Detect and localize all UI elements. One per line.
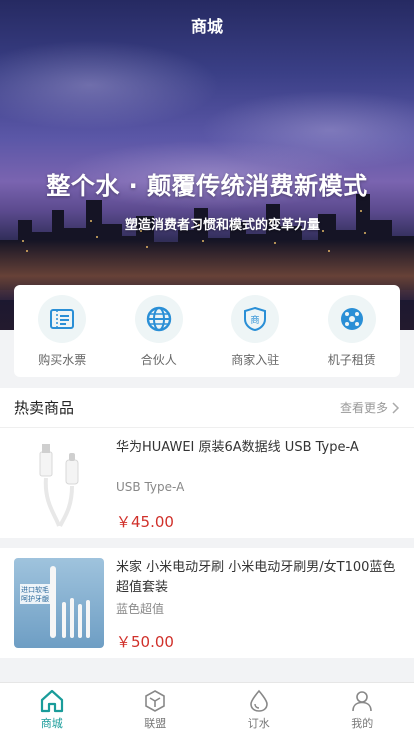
product-spec: USB Type-A	[116, 480, 185, 494]
product-name: 米家 小米电动牙刷 小米电动牙刷男/女T100蓝色超值套装	[116, 560, 396, 595]
tab-label: 我的	[351, 716, 374, 730]
product-image-caption: 呵护牙龈	[21, 595, 49, 603]
product-card[interactable]: 华为HUAWEI 原装6A数据线 USB Type-A USB Type-A ￥…	[0, 428, 414, 538]
globe-icon	[134, 295, 183, 343]
bottom-tab-bar: 商城 联盟 订水 我的	[0, 682, 414, 736]
chevron-right-icon	[392, 401, 400, 414]
quick-item-merchant-join[interactable]: 商 商家入驻	[215, 295, 295, 368]
see-more-link[interactable]: 查看更多	[340, 399, 400, 416]
product-image-caption: 进口软毛	[21, 586, 49, 594]
quick-item-label: 购买水票	[38, 353, 87, 367]
machine-rent-icon	[327, 295, 376, 343]
hot-section-header: 热卖商品 查看更多	[0, 388, 414, 428]
product-spec: 蓝色超值	[116, 602, 165, 616]
quick-menu: 购买水票 合伙人 商 商家入驻 机子租赁	[14, 285, 400, 377]
product-card[interactable]: 进口软毛 呵护牙龈 米家 小米电动牙刷 小米电动牙刷男/女T100蓝色超值套装 …	[0, 548, 414, 658]
hexagon-icon	[145, 689, 166, 712]
banner-subline: 塑造消费者习惯和模式的变革力量	[124, 218, 320, 233]
banner-headline: 整个水 · 颠覆传统消费新模式	[46, 172, 368, 200]
tab-label: 联盟	[144, 716, 167, 730]
ticket-icon	[38, 295, 87, 343]
banner-cloud	[0, 40, 220, 130]
shop-shield-icon: 商	[231, 295, 280, 343]
home-icon	[40, 689, 63, 712]
quick-item-label: 机子租赁	[327, 353, 376, 367]
quick-item-label: 商家入驻	[231, 353, 280, 367]
page-title: 商城	[190, 17, 223, 36]
tab-alliance[interactable]: 联盟	[120, 689, 190, 731]
see-more-label: 查看更多	[339, 401, 388, 415]
product-image-usb-cable	[14, 438, 104, 528]
quick-item-label: 合伙人	[140, 353, 177, 367]
tab-mall[interactable]: 商城	[17, 689, 87, 731]
product-image-toothbrush: 进口软毛 呵护牙龈	[14, 558, 104, 648]
tab-label: 订水	[247, 716, 270, 730]
hot-section-title: 热卖商品	[14, 399, 75, 417]
quick-item-buy-ticket[interactable]: 购买水票	[22, 295, 102, 368]
product-name: 华为HUAWEI 原装6A数据线 USB Type-A	[116, 440, 359, 455]
tab-me[interactable]: 我的	[327, 689, 397, 731]
user-icon	[352, 690, 373, 711]
product-price: ￥45.00	[116, 513, 174, 531]
svg-text:商: 商	[251, 314, 260, 326]
tab-label: 商城	[40, 716, 63, 730]
quick-item-partner[interactable]: 合伙人	[119, 295, 199, 368]
tab-order-water[interactable]: 订水	[224, 689, 294, 731]
quick-item-machine-rent[interactable]: 机子租赁	[312, 295, 392, 368]
water-drop-icon	[249, 689, 268, 712]
product-price: ￥50.00	[116, 633, 174, 651]
